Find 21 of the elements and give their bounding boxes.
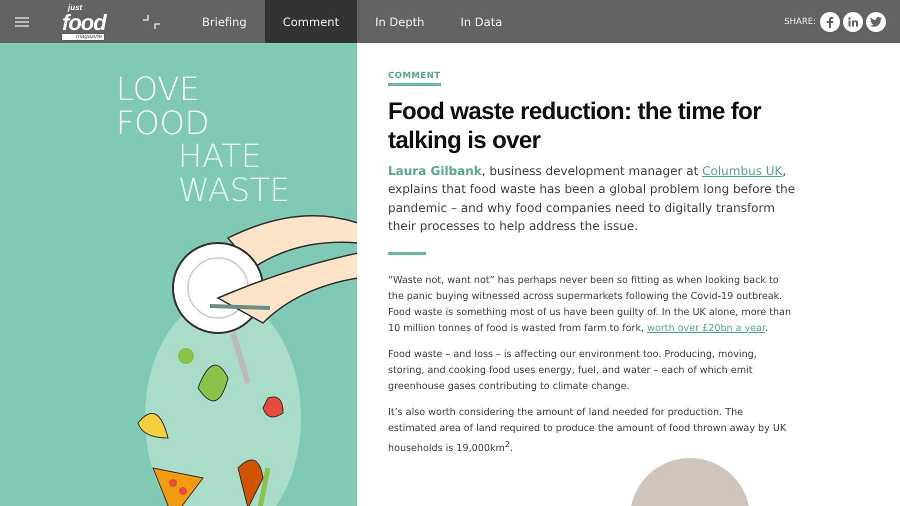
share-label: SHARE: — [784, 16, 816, 26]
body-paragraph: “Waste not, want not” has perhaps never been so fitting as when looking back to the panic buying witnessed across supermarkets following the Covid-19 outbreak. Food waste is something most of us have been guilty of. In the UK alone, more than 10 million tonnes of food is wasted from farm to fork, worth over £20bn a year. — [388, 274, 792, 336]
facebook-icon[interactable] — [820, 12, 840, 32]
nav-tab[interactable]: In Depth — [357, 0, 442, 43]
category-label[interactable]: COMMENT — [388, 71, 441, 86]
illustration-word: WASTE — [178, 174, 291, 208]
collapse-icon[interactable] — [142, 12, 162, 30]
illustration-word: FOOD — [116, 106, 210, 140]
article-title: Food waste reduction: the time for talking is over — [388, 98, 762, 156]
text-link[interactable]: Columbus UK — [702, 164, 782, 178]
nav-tab[interactable]: Briefing — [184, 0, 265, 43]
article-standfirst: Laura Gilbank, business development manager at Columbus UK, explains that food waste has been a global problem long before the pandemic – and why food companies need to digitally transform their processes to help address the issue. — [388, 162, 796, 236]
nav-tab[interactable]: Comment — [264, 0, 358, 43]
twitter-icon[interactable] — [866, 12, 886, 32]
body-paragraph: Food waste – and loss – is affecting our environment too. Producing, moving, storing, and cooking food uses energy, fuel, and water – each of which emit greenhouse gases contributing to climate change. — [388, 348, 758, 394]
nav-tab[interactable]: In Data — [442, 0, 520, 43]
linkedin-icon[interactable] — [843, 12, 863, 32]
text-link[interactable]: worth over £20bn a year — [647, 322, 766, 334]
body-paragraph: It’s also worth considering the amount of land needed for production. The estimated area of land required to produce the amount of food thrown away by UK households is 19,000km$^{2}$. — [388, 406, 788, 456]
illustration-word: LOVE — [116, 73, 200, 107]
illustration-word: HATE — [178, 140, 262, 174]
